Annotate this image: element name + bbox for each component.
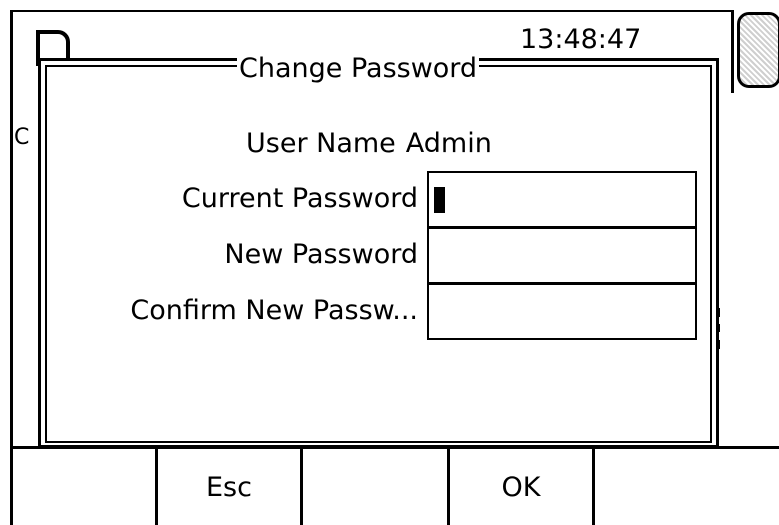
new-password-field[interactable] [427, 227, 697, 284]
device-screen: C 13:48:47 Change Password User Name Admi… [0, 0, 779, 525]
user-name-row: User Name Admin [246, 128, 492, 159]
text-cursor [434, 187, 445, 213]
background-scroll-knob [737, 12, 779, 88]
change-password-dialog: Change Password User Name Admin Current P… [38, 53, 719, 448]
current-password-field[interactable] [427, 171, 697, 228]
confirm-password-label: Confirm New Passw... [130, 295, 418, 326]
esc-button[interactable]: Esc [155, 449, 303, 525]
softkey-5[interactable] [595, 449, 779, 525]
current-password-label: Current Password [181, 183, 418, 214]
softkey-3[interactable] [303, 449, 447, 525]
softkey-bar: Esc OK [10, 446, 779, 525]
dialog-title: Change Password [237, 53, 480, 84]
screen-frame-right [731, 10, 734, 93]
screen-frame-top [10, 10, 734, 12]
status-clock: 13:48:47 [520, 24, 642, 55]
user-name-label: User Name [246, 128, 396, 159]
background-partial-text: C [14, 125, 30, 150]
confirm-password-field[interactable] [427, 283, 697, 340]
user-name-value: Admin [405, 128, 492, 159]
softkey-1[interactable] [10, 449, 155, 525]
new-password-label: New Password [224, 239, 418, 270]
ok-button[interactable]: OK [447, 449, 595, 525]
